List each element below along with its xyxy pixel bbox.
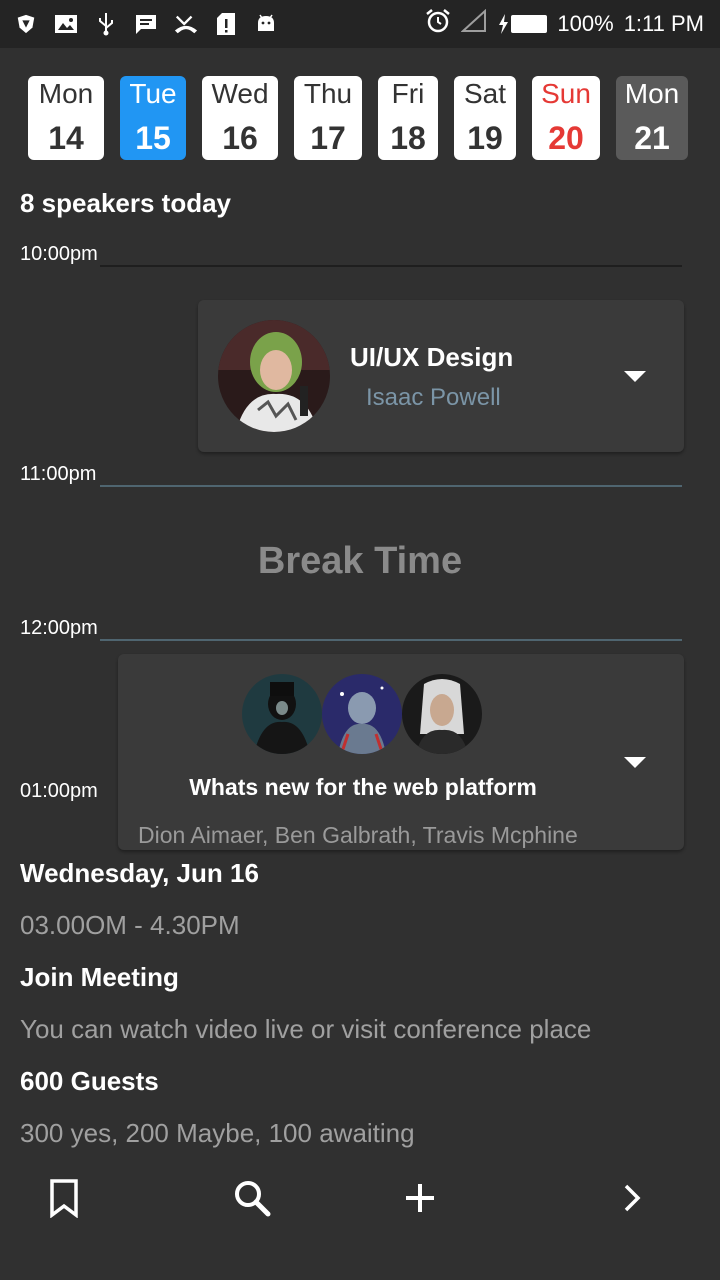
speaker-avatar xyxy=(242,674,322,754)
date-item-wed-16[interactable]: Wed 16 xyxy=(202,76,278,160)
date-day-label: Sun xyxy=(541,78,591,109)
break-time-label: Break Time xyxy=(257,540,463,582)
speaker-avatar xyxy=(218,320,330,432)
date-number: 18 xyxy=(390,120,426,156)
date-number: 16 xyxy=(222,120,258,156)
image-icon xyxy=(54,12,78,36)
date-strip: Mon 14 Tue 15 Wed 16 Thu 17 Fri 18 Sat 1… xyxy=(0,76,720,160)
time-divider xyxy=(100,639,682,641)
session-title: UI/UX Design xyxy=(350,342,514,372)
session-card-uiux[interactable]: UI/UX Design Isaac Powell xyxy=(198,300,684,452)
sim-alert-icon xyxy=(214,12,238,36)
status-bar: 100% 1:11 PM xyxy=(0,0,720,48)
time-label: 10:00pm xyxy=(20,243,98,265)
date-number: 19 xyxy=(467,120,503,156)
date-number: 21 xyxy=(634,120,670,156)
clock: 1:11 PM xyxy=(623,11,704,36)
time-divider xyxy=(100,265,682,267)
time-label: 11:00pm xyxy=(20,463,97,485)
session-speaker: Isaac Powell xyxy=(366,384,501,411)
join-meeting-text: You can watch video live or visit confer… xyxy=(20,1014,592,1044)
battery-icon xyxy=(497,13,548,35)
date-day-label: Wed xyxy=(211,78,269,109)
bottom-nav xyxy=(0,1160,720,1240)
expand-caret-icon[interactable] xyxy=(624,757,646,768)
signal-icon xyxy=(460,8,487,39)
event-date: Wednesday, Jun 16 xyxy=(20,858,259,888)
date-day-label: Mon xyxy=(624,78,680,109)
guests-text: 300 yes, 200 Maybe, 100 awaiting xyxy=(20,1118,415,1148)
speakers-count: 8 speakers today xyxy=(20,188,232,218)
date-number: 14 xyxy=(48,120,84,156)
next-button[interactable] xyxy=(592,1160,672,1240)
speaker-avatar xyxy=(322,674,402,754)
event-time-range: 03.00OM - 4.30PM xyxy=(20,910,240,940)
date-item-sun-20[interactable]: Sun 20 xyxy=(532,76,600,160)
expand-caret-icon[interactable] xyxy=(624,371,646,382)
date-number: 20 xyxy=(548,120,584,156)
date-item-thu-17[interactable]: Thu 17 xyxy=(294,76,362,160)
session-card-web-platform[interactable]: Whats new for the web platform Dion Aima… xyxy=(118,654,684,850)
date-item-fri-18[interactable]: Fri 18 xyxy=(378,76,438,160)
date-day-label: Mon xyxy=(38,78,94,109)
date-item-tue-15[interactable]: Tue 15 xyxy=(120,76,186,160)
android-icon xyxy=(254,12,278,36)
date-number: 17 xyxy=(310,120,346,156)
usb-icon xyxy=(94,12,118,36)
shield-icon xyxy=(14,12,38,36)
missed-call-icon xyxy=(174,12,198,36)
join-meeting-title: Join Meeting xyxy=(20,962,179,992)
bookmark-icon xyxy=(48,1178,80,1223)
date-item-mon-14[interactable]: Mon 14 xyxy=(28,76,104,160)
date-day-label: Thu xyxy=(303,78,353,109)
session-title: Whats new for the web platform xyxy=(189,774,537,800)
message-icon xyxy=(134,12,158,36)
time-label: 01:00pm xyxy=(20,780,98,802)
bookmark-button[interactable] xyxy=(24,1160,104,1240)
date-number: 15 xyxy=(135,120,171,156)
date-day-label: Sat xyxy=(463,78,507,109)
date-item-mon-21[interactable]: Mon 21 xyxy=(616,76,688,160)
time-divider xyxy=(100,485,682,487)
search-button[interactable] xyxy=(212,1160,292,1240)
battery-percent: 100% xyxy=(557,11,614,36)
speaker-avatar xyxy=(402,674,482,754)
date-day-label: Tue xyxy=(129,78,177,109)
search-icon xyxy=(232,1178,272,1223)
guests-title: 600 Guests xyxy=(20,1066,159,1096)
chevron-right-icon xyxy=(621,1182,643,1219)
date-day-label: Fri xyxy=(391,78,425,109)
time-label: 12:00pm xyxy=(20,617,98,639)
add-icon xyxy=(403,1181,437,1220)
add-button[interactable] xyxy=(380,1160,460,1240)
alarm-icon xyxy=(425,8,451,40)
date-item-sat-19[interactable]: Sat 19 xyxy=(454,76,516,160)
session-speakers: Dion Aimaer, Ben Galbrath, Travis Mcphin… xyxy=(138,822,578,848)
